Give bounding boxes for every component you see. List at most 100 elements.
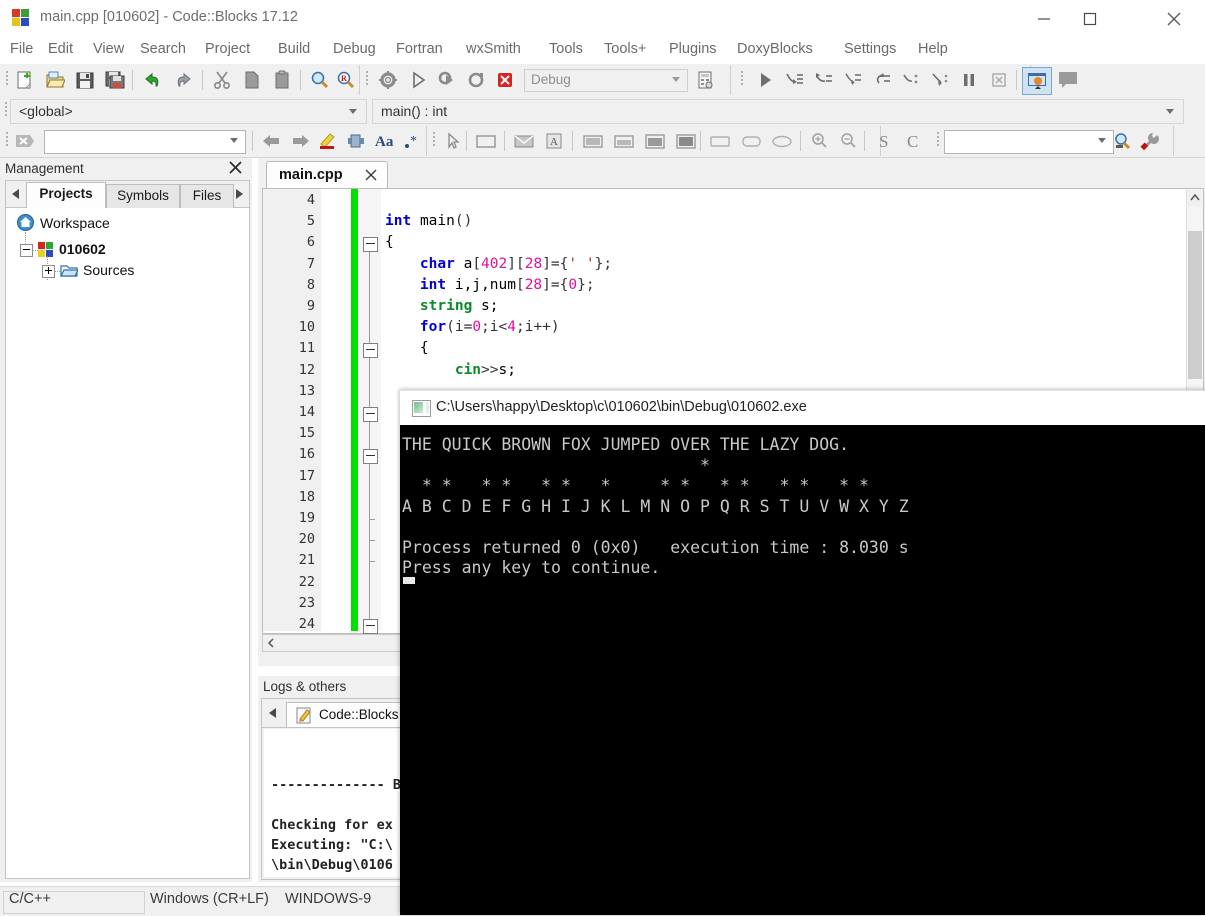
- tab-scroll-right-button[interactable]: [232, 185, 248, 203]
- close-button[interactable]: [1143, 0, 1205, 38]
- menu-debug[interactable]: Debug: [333, 41, 376, 57]
- stop-debugger-icon[interactable]: [986, 67, 1012, 93]
- fold-toggle[interactable]: [363, 237, 378, 253]
- save-icon[interactable]: [72, 67, 98, 93]
- debugging-windows-icon[interactable]: [1022, 67, 1052, 95]
- break-debugger-icon[interactable]: [956, 67, 982, 93]
- menu-settings[interactable]: Settings: [844, 41, 896, 57]
- zoom-in-icon[interactable]: [807, 128, 833, 154]
- toolbar-grip[interactable]: [4, 69, 11, 91]
- menu-tools-[interactable]: Tools+: [604, 41, 646, 57]
- doxy-config-icon[interactable]: [1137, 128, 1163, 154]
- toolbar-grip[interactable]: [935, 130, 942, 152]
- preview-tall-icon[interactable]: [642, 128, 668, 154]
- toolbar-grip[interactable]: [431, 130, 438, 152]
- panel-icon[interactable]: [473, 128, 499, 154]
- console-window[interactable]: C:\Users\happy\Desktop\c\010602\bin\Debu…: [400, 390, 1205, 915]
- menu-help[interactable]: Help: [918, 41, 948, 57]
- scope-select[interactable]: <global>: [10, 99, 367, 124]
- menu-view[interactable]: View: [93, 41, 124, 57]
- fold-toggle[interactable]: [363, 619, 378, 634]
- script-s-icon[interactable]: S: [872, 128, 898, 154]
- chevron-left-icon[interactable]: [264, 636, 278, 650]
- menu-project[interactable]: Project: [205, 41, 250, 57]
- find-previous-icon[interactable]: [258, 128, 284, 154]
- toolbar-grip[interactable]: [739, 69, 746, 91]
- paste-icon[interactable]: [269, 67, 295, 93]
- chevron-down-icon[interactable]: [230, 138, 238, 143]
- zoom-shape-3-icon[interactable]: [770, 128, 796, 154]
- editor-tab-main-cpp[interactable]: main.cpp: [266, 161, 388, 190]
- rebuild-icon[interactable]: [463, 67, 489, 93]
- zoom-out-icon[interactable]: [836, 128, 862, 154]
- find-next-icon[interactable]: [288, 128, 314, 154]
- tab-symbols[interactable]: Symbols: [106, 184, 180, 208]
- close-icon[interactable]: [228, 160, 244, 176]
- menu-wxsmith[interactable]: wxSmith: [466, 41, 521, 57]
- menu-build[interactable]: Build: [278, 41, 310, 57]
- chevron-up-icon[interactable]: [1188, 190, 1202, 206]
- abort-icon[interactable]: [492, 67, 518, 93]
- preview-normal-icon[interactable]: [580, 128, 606, 154]
- close-icon[interactable]: [365, 169, 378, 182]
- script-c-icon[interactable]: C: [901, 128, 927, 154]
- clear-search-icon[interactable]: [12, 128, 38, 154]
- menu-plugins[interactable]: Plugins: [669, 41, 717, 57]
- copy-icon[interactable]: [239, 67, 265, 93]
- menu-file[interactable]: File: [10, 41, 33, 57]
- minimize-button[interactable]: [1021, 0, 1067, 38]
- zoom-shape-2-icon[interactable]: [739, 128, 765, 154]
- pointer-icon[interactable]: [440, 128, 466, 154]
- regex-icon[interactable]: *: [399, 128, 425, 154]
- step-out-icon[interactable]: [868, 67, 894, 93]
- chevron-down-icon[interactable]: [1098, 138, 1106, 143]
- next-line-icon[interactable]: [810, 67, 836, 93]
- logs-scroll-left-button[interactable]: [265, 704, 281, 722]
- editor-fold-column[interactable]: [359, 189, 381, 634]
- tab-projects[interactable]: Projects: [26, 182, 106, 208]
- toolbar-grip[interactable]: [364, 69, 371, 91]
- replace-icon[interactable]: R: [333, 67, 359, 93]
- fold-toggle[interactable]: [363, 407, 378, 422]
- next-instruction-icon[interactable]: [897, 67, 923, 93]
- menu-fortran[interactable]: Fortran: [396, 41, 443, 57]
- preview-wide-icon[interactable]: [611, 128, 637, 154]
- build-target-select[interactable]: Debug: [524, 69, 688, 92]
- save-all-icon[interactable]: [102, 67, 128, 93]
- doxy-search-icon[interactable]: [1110, 128, 1136, 154]
- build-target-options-icon[interactable]: [692, 67, 718, 93]
- menu-edit[interactable]: Edit: [48, 41, 73, 57]
- doxyblocks-search-input[interactable]: [944, 130, 1114, 154]
- fold-toggle[interactable]: [363, 343, 378, 359]
- selected-text-icon[interactable]: [343, 128, 369, 154]
- preview-full-icon[interactable]: [673, 128, 699, 154]
- build-and-run-icon[interactable]: [434, 67, 460, 93]
- menu-doxyblocks[interactable]: DoxyBlocks: [737, 41, 813, 57]
- fold-toggle[interactable]: [363, 449, 378, 465]
- new-file-icon[interactable]: [12, 67, 38, 93]
- cut-icon[interactable]: [209, 67, 235, 93]
- zoom-shape-1-icon[interactable]: [708, 128, 734, 154]
- scrollbar-thumb[interactable]: [1188, 231, 1202, 379]
- undo-icon[interactable]: [140, 67, 166, 93]
- run-to-cursor-icon[interactable]: [781, 67, 807, 93]
- tab-scroll-left-button[interactable]: [8, 185, 24, 203]
- open-file-icon[interactable]: [42, 67, 68, 93]
- menu-tools[interactable]: Tools: [549, 41, 583, 57]
- maximize-button[interactable]: [1067, 0, 1113, 38]
- match-case-icon[interactable]: Aa: [372, 128, 398, 154]
- debug-continue-icon[interactable]: [752, 67, 778, 93]
- toolbar-grip[interactable]: [3, 100, 10, 122]
- console-output[interactable]: THE QUICK BROWN FOX JUMPED OVER THE LAZY…: [400, 425, 1205, 915]
- run-icon[interactable]: [405, 67, 431, 93]
- various-info-icon[interactable]: [1054, 67, 1082, 93]
- highlight-icon[interactable]: [314, 128, 340, 154]
- redo-icon[interactable]: [170, 67, 196, 93]
- menu-search[interactable]: Search: [140, 41, 186, 57]
- toolbar-grip[interactable]: [4, 130, 11, 152]
- step-into-icon[interactable]: [839, 67, 865, 93]
- tab-files[interactable]: Files: [180, 184, 234, 208]
- find-icon[interactable]: [307, 67, 333, 93]
- dialog-icon[interactable]: [511, 128, 537, 154]
- build-icon[interactable]: [375, 67, 401, 93]
